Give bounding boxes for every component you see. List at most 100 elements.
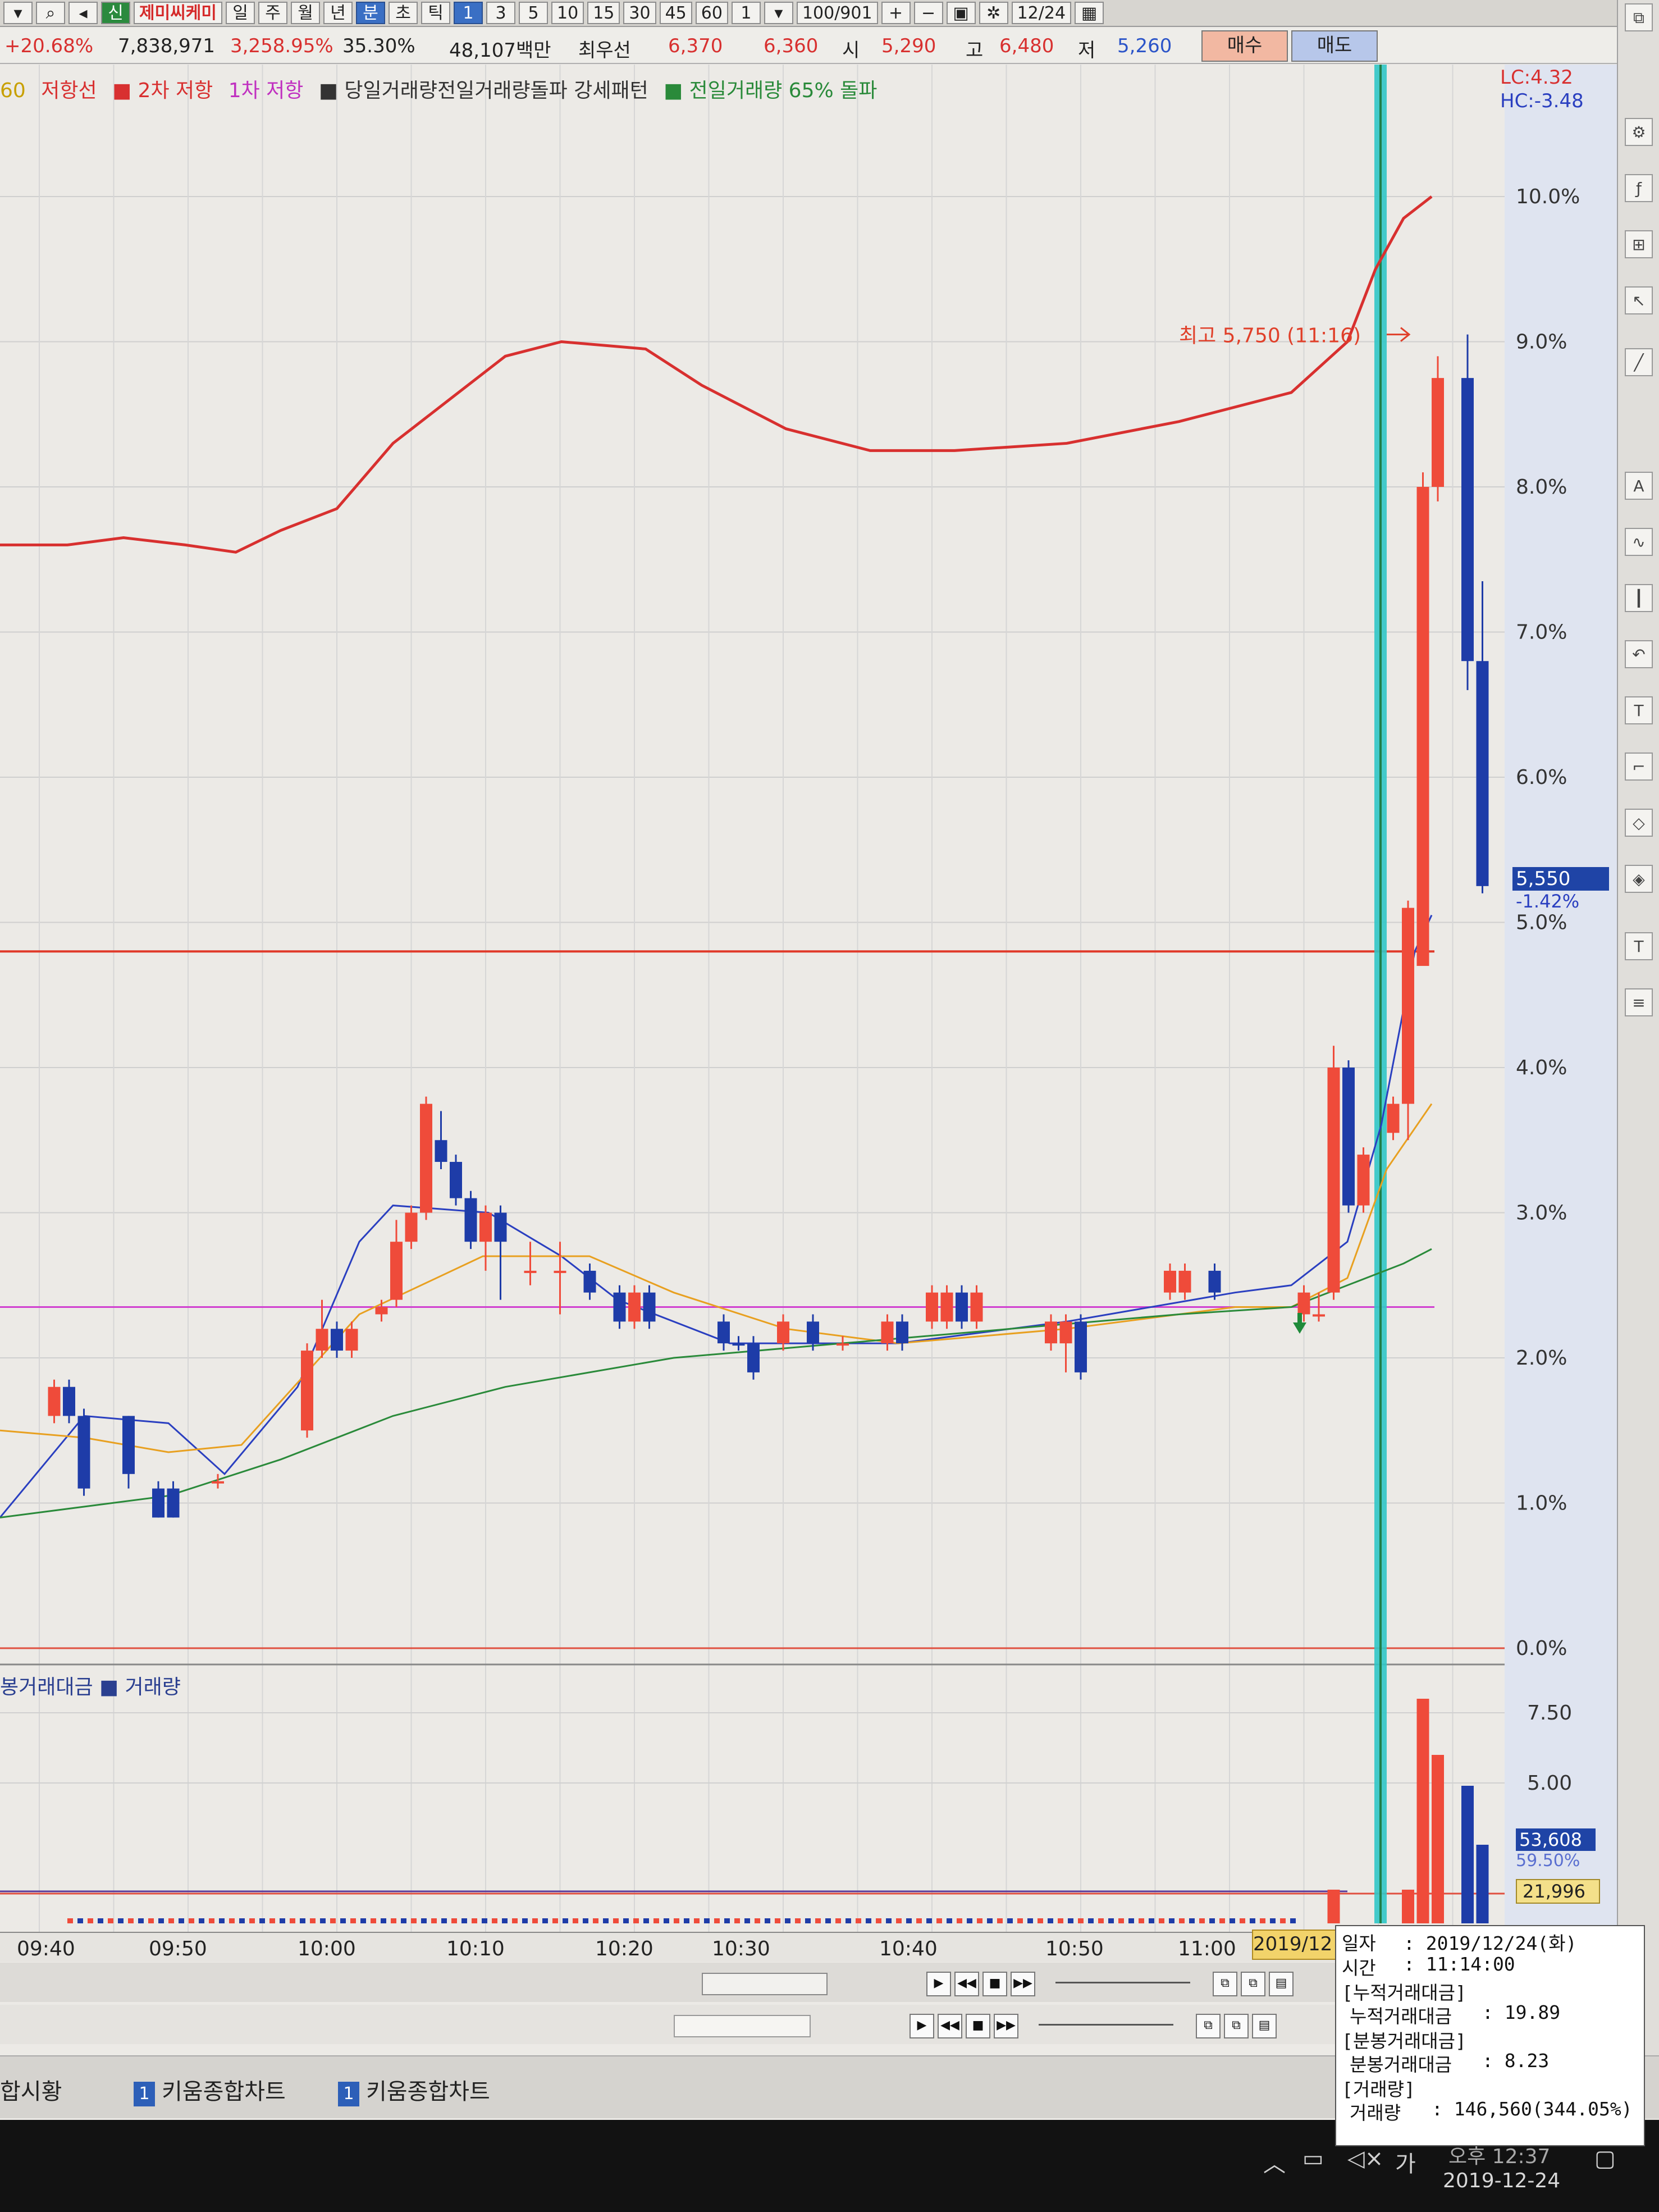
volume-bar [1402,1890,1414,1923]
volume-bar [825,1918,831,1923]
volume-bar [1088,1918,1094,1923]
rewind-icon[interactable]: ◀◀ [938,2014,962,2038]
window-restore-icon[interactable]: ⧉ [1625,3,1653,31]
time-tick: 09:50 [149,1937,207,1960]
candle-body [732,1343,745,1346]
volume-bar [158,1918,164,1923]
compare-icon[interactable]: ⧉ [1224,2014,1249,2038]
eraser-all-icon[interactable]: ◈ [1625,865,1653,893]
ime-indicator[interactable]: 가 [1395,2146,1416,2178]
candle-body [48,1387,61,1416]
candle-body [524,1270,537,1273]
time-tick: 10:10 [446,1937,505,1960]
forward-icon[interactable]: ▶▶ [1011,1972,1035,1996]
rewind-icon[interactable]: ◀◀ [954,1972,979,1996]
box-icon[interactable]: ⌐ [1625,752,1653,781]
volume-bar [653,1918,659,1923]
price-axis-tick: 7.0% [1516,621,1567,644]
volume-bar [694,1918,700,1923]
speed-slider[interactable] [1055,1982,1190,1983]
volume-bar [744,1918,750,1923]
legend-item: ■ 2차 저항 [112,79,213,102]
scroll-thumb[interactable] [702,1973,828,1995]
label-icon[interactable]: T [1625,932,1653,960]
trendline-icon[interactable]: ╱ [1625,348,1653,376]
text-icon[interactable]: T [1625,696,1653,724]
chart-scrollbar-secondary[interactable]: ▶ ◀◀ ■ ▶▶ ⧉ ⧉ ▤ [0,2005,1516,2044]
forward-icon[interactable]: ▶▶ [994,2014,1018,2038]
volume-bar [391,1918,396,1923]
tab-kiwoom-chart-1[interactable]: 1 키움종합차트 [134,2073,286,2106]
time-tick: 10:00 [298,1937,356,1960]
chart-add-icon[interactable]: ⊞ [1625,230,1653,258]
list-icon[interactable]: ≡ [1625,988,1653,1016]
candle-body [77,1416,90,1489]
settings-icon[interactable]: ⚙ [1625,118,1653,146]
stop-icon[interactable]: ■ [982,1972,1007,1996]
volume-bar [1139,1918,1144,1923]
candle-body [926,1292,938,1322]
volume-bar [421,1918,427,1923]
candle-body [1075,1321,1087,1372]
formula-icon[interactable]: ƒ [1625,174,1653,202]
speaker-muted-icon[interactable]: ◁× [1347,2146,1383,2172]
tab-label: 키움종합차트 [162,2079,286,2105]
chart-scrollbar[interactable]: ▶ ◀◀ ■ ▶▶ ⧉ ⧉ ▤ [0,1963,1516,2002]
legend-item: ■ 전일거래량 65% 돌파 [664,79,878,102]
volume-bar [340,1918,346,1923]
volume-bar [755,1918,760,1923]
chart-type-icon[interactable]: ▤ [1252,2014,1277,2038]
moving-average-line [0,195,1433,554]
cursor-icon[interactable]: ↖ [1625,286,1653,314]
volume-bar [1128,1918,1134,1923]
tooltip-date-label: 일자 [1342,1932,1376,1954]
tab-kiwoom-chart-2[interactable]: 1 키움종합차트 [338,2073,490,2106]
eraser-icon[interactable]: ◇ [1625,809,1653,837]
volume-bar [330,1918,336,1923]
undo-icon[interactable]: ↶ [1625,640,1653,668]
clock-date[interactable]: 2019-12-24 [1443,2169,1560,2192]
candle-body [494,1212,507,1242]
volume-bar [1230,1918,1235,1923]
auto-icon[interactable]: A [1625,472,1653,500]
play-icon[interactable]: ▶ [910,2014,934,2038]
tooltip-cum-label: 누적거래대금 [1350,2005,1452,2027]
volume-bar [926,1918,932,1923]
chart-type-icon[interactable]: ▤ [1269,1972,1294,1996]
chart-window: ▾ ⌕ ◂ 신 제미씨케미 일 주 월 년 분 초 틱 1 3 5 10 15 … [0,0,1659,2212]
compare-icon[interactable]: ⧉ [1241,1972,1265,1996]
volume-bar [906,1918,912,1923]
volume-bar [1260,1918,1265,1923]
volume-bar [1432,1755,1444,1923]
stop-icon[interactable]: ■ [966,2014,990,2038]
layout-icon[interactable]: ⧉ [1213,1972,1237,1996]
volume-bar [775,1918,780,1923]
volume-pct-label: 59.50% [1516,1851,1580,1871]
volume-bar [1169,1918,1174,1923]
volume-bar [67,1918,73,1923]
time-tick: 10:40 [879,1937,938,1960]
tab-market[interactable]: 합시황 [0,2073,62,2106]
wave-icon[interactable]: ∿ [1625,528,1653,556]
notification-icon[interactable]: ▢ [1594,2146,1616,2172]
volume-bar [451,1918,457,1923]
candle-icon[interactable]: ┃ [1625,584,1653,612]
volume-bar [1209,1918,1215,1923]
legend-item: 1차 저항 [228,79,304,102]
scroll-thumb[interactable] [674,2015,811,2037]
volume-bar [472,1918,477,1923]
volume-bar [1199,1918,1205,1923]
high-annotation-arrow [1387,327,1411,342]
play-icon[interactable]: ▶ [926,1972,951,1996]
price-chart[interactable]: 10.0% 9.0% 8.0% 7.0% 6.0% 5.0% 4.0% 3.0% 2.0% 1.0… [0,0,1617,1932]
tray-chevron-icon[interactable]: ︿ [1263,2146,1286,2178]
volume-bar [179,1918,184,1923]
layout-icon[interactable]: ⧉ [1196,2014,1221,2038]
tooltip-date-value: : 2019/12/24(화) [1404,1932,1577,1954]
speed-slider[interactable] [1039,2024,1173,2026]
volume-bar [714,1918,720,1923]
date-tag: 2019/12 [1252,1930,1338,1960]
volume-bar [785,1918,790,1923]
price-axis-tick: 0.0% [1516,1637,1567,1660]
battery-icon[interactable]: ▭ [1302,2146,1324,2172]
